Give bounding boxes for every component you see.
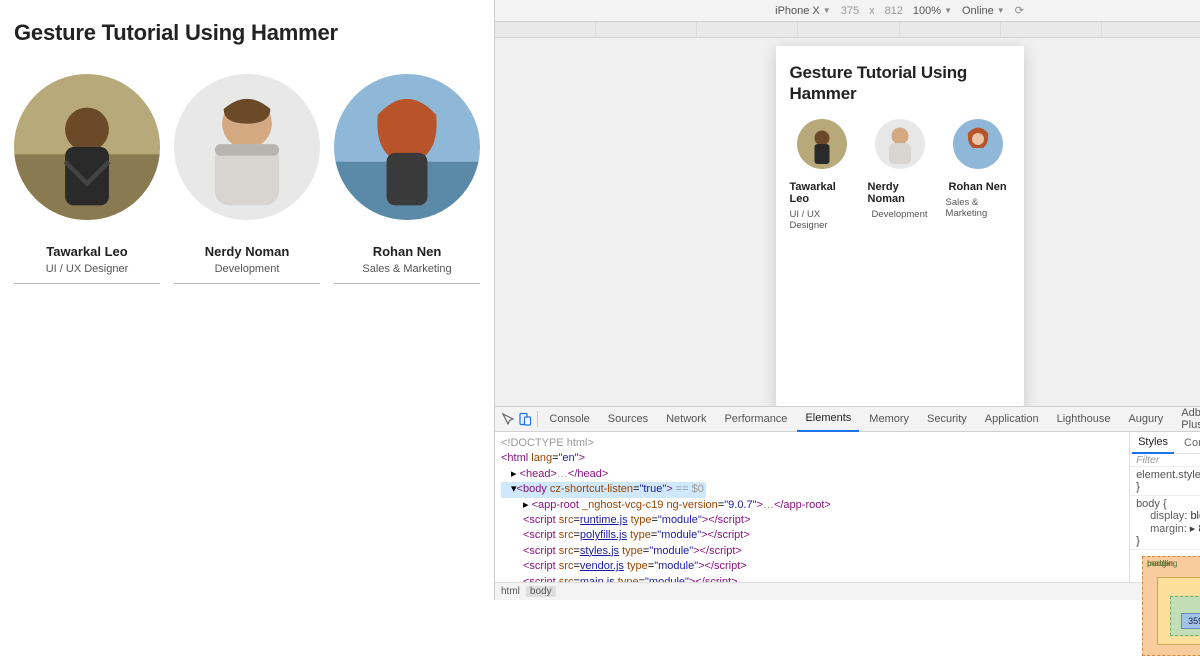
person-role: Sales & Marketing <box>946 197 1010 219</box>
device-width[interactable]: 375 <box>841 5 859 17</box>
tab-sources[interactable]: Sources <box>600 413 656 425</box>
person-role: UI / UX Designer <box>46 263 129 275</box>
page-title: Gesture Tutorial Using Hammer <box>790 62 1010 105</box>
person-role: Development <box>872 209 928 220</box>
tab-elements[interactable]: Elements <box>797 406 859 432</box>
person-role: Sales & Marketing <box>362 263 451 275</box>
avatar <box>174 74 320 220</box>
person-card[interactable]: Nerdy Noman Development <box>868 119 932 231</box>
devtools-pane: iPhone X▼ 375 x 812 100%▼ Online▼ ⟳ Gest… <box>495 0 1200 600</box>
person-name: Rohan Nen <box>373 244 442 259</box>
devtools-toolbar: Console Sources Network Performance Elem… <box>495 406 1200 432</box>
people-cards: Tawarkal Leo UI / UX Designer Nerdy Noma… <box>790 119 1010 231</box>
tab-network[interactable]: Network <box>658 413 714 425</box>
inspect-icon[interactable] <box>501 410 516 428</box>
page-title: Gesture Tutorial Using Hammer <box>14 20 480 46</box>
person-card[interactable]: Tawarkal Leo UI / UX Designer <box>14 74 160 284</box>
device-height[interactable]: 812 <box>885 5 903 17</box>
avatar <box>14 74 160 220</box>
person-card[interactable]: Nerdy Noman Development <box>174 74 320 284</box>
people-cards: Tawarkal Leo UI / UX Designer Nerdy Noma… <box>14 74 480 284</box>
person-name: Nerdy Noman <box>868 181 932 205</box>
styles-filter-input[interactable]: Filter <box>1136 454 1159 466</box>
device-toggle-icon[interactable] <box>518 410 533 428</box>
selected-dom-node[interactable]: ▾<body cz-shortcut-listen="true"> == $0 <box>501 482 706 497</box>
avatar <box>953 119 1003 169</box>
tab-augury[interactable]: Augury <box>1120 413 1171 425</box>
chevron-down-icon: ▼ <box>997 6 1005 15</box>
tab-memory[interactable]: Memory <box>861 413 917 425</box>
person-name: Nerdy Noman <box>205 244 290 259</box>
person-role: Development <box>215 263 280 275</box>
tab-lighthouse[interactable]: Lighthouse <box>1049 413 1119 425</box>
avatar <box>875 119 925 169</box>
network-select[interactable]: Online▼ <box>962 5 1005 17</box>
device-select[interactable]: iPhone X▼ <box>775 5 831 17</box>
styles-tab-styles[interactable]: Styles <box>1132 432 1174 454</box>
tab-console[interactable]: Console <box>541 413 597 425</box>
device-ruler <box>495 22 1200 38</box>
chevron-down-icon: ▼ <box>944 6 952 15</box>
person-name: Rohan Nen <box>949 181 1007 193</box>
style-rule[interactable]: element.style { } <box>1130 467 1200 496</box>
styles-tab-computed[interactable]: Computed <box>1178 437 1200 449</box>
emulated-device-frame: Gesture Tutorial Using Hammer Tawarkal L… <box>776 46 1024 406</box>
dom-breadcrumb[interactable]: html body <box>495 582 1200 600</box>
person-name: Tawarkal Leo <box>46 244 127 259</box>
person-card[interactable]: Rohan Nen Sales & Marketing <box>334 74 480 284</box>
person-card[interactable]: Tawarkal Leo UI / UX Designer <box>790 119 854 231</box>
zoom-select[interactable]: 100%▼ <box>913 5 952 17</box>
person-role: UI / UX Designer <box>790 209 854 231</box>
app-desktop-viewport: Gesture Tutorial Using Hammer Tawarkal L… <box>0 0 495 600</box>
dom-tree[interactable]: <!DOCTYPE html> <html lang="en"> ▸ <head… <box>495 432 1129 582</box>
devtools-body: <!DOCTYPE html> <html lang="en"> ▸ <head… <box>495 432 1200 582</box>
person-name: Tawarkal Leo <box>790 181 854 205</box>
device-viewport[interactable]: Gesture Tutorial Using Hammer Tawarkal L… <box>495 38 1200 406</box>
chevron-down-icon: ▼ <box>823 6 831 15</box>
tab-application[interactable]: Application <box>977 413 1047 425</box>
person-card[interactable]: Rohan Nen Sales & Marketing <box>946 119 1010 231</box>
tab-adblock[interactable]: Adblock Plus <box>1173 407 1200 431</box>
tab-security[interactable]: Security <box>919 413 975 425</box>
styles-pane: Styles Computed Event Listeners » Filter… <box>1129 432 1200 582</box>
device-toolbar: iPhone X▼ 375 x 812 100%▼ Online▼ ⟳ <box>495 0 1200 22</box>
tab-performance[interactable]: Performance <box>716 413 795 425</box>
avatar <box>797 119 847 169</box>
styles-tabs: Styles Computed Event Listeners » <box>1130 432 1200 454</box>
rotate-icon[interactable]: ⟳ <box>1015 4 1024 17</box>
box-model[interactable]: margin 8 border - padding - 359 × 259.87… <box>1136 556 1200 656</box>
style-rule[interactable]: user agent styleshee body { display: blo… <box>1130 496 1200 550</box>
avatar <box>334 74 480 220</box>
